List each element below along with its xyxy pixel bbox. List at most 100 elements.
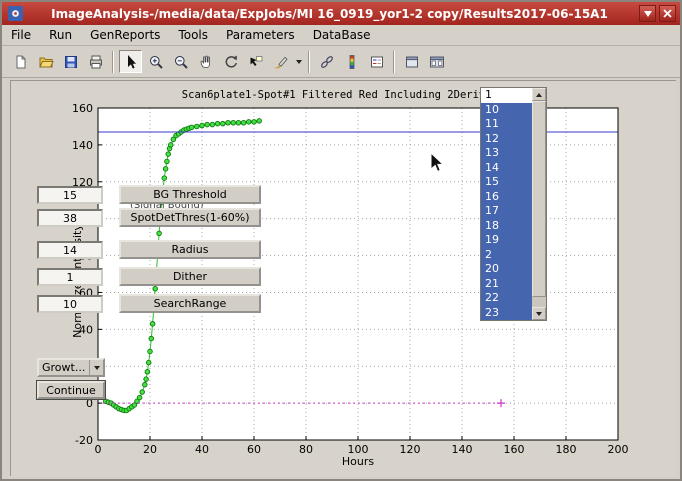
toolbar-separator xyxy=(112,51,114,73)
plot-canvas[interactable]: 020406080100120140160180200-200204060801… xyxy=(11,81,677,477)
new-document-button[interactable] xyxy=(9,50,32,73)
save-button[interactable] xyxy=(59,50,82,73)
growth-curve-marker xyxy=(148,349,153,354)
titlebar: ImageAnalysis-/media/data/ExpJobs/MI 16_… xyxy=(2,2,680,25)
plot-title: Scan6plate1-Spot#1 Filtered Red Includin… xyxy=(182,89,504,101)
growth-curve-marker xyxy=(153,286,158,291)
menu-run[interactable]: Run xyxy=(40,26,81,44)
spot-det-thres-input[interactable] xyxy=(37,209,103,227)
menu-database[interactable]: DataBase xyxy=(304,26,380,44)
hide-plot-tools-button[interactable] xyxy=(400,50,423,73)
data-cursor-button[interactable] xyxy=(244,50,267,73)
app-window: ImageAnalysis-/media/data/ExpJobs/MI 16_… xyxy=(0,0,682,481)
x-axis-label: Hours xyxy=(342,455,374,468)
dropdown-arrow-box[interactable] xyxy=(89,360,103,375)
growth-curve-marker xyxy=(210,122,215,127)
continue-button[interactable]: Continue xyxy=(37,381,105,399)
spot-number-listbox[interactable]: 110111213141516171819220212223 xyxy=(480,87,547,321)
growth-dropdown[interactable]: Growt... xyxy=(37,358,105,377)
pan-button[interactable] xyxy=(194,50,217,73)
listbox-item[interactable]: 23 xyxy=(481,306,532,321)
menu-file[interactable]: File xyxy=(2,26,40,44)
listbox-item[interactable]: 12 xyxy=(481,132,532,147)
scroll-down-button[interactable] xyxy=(532,307,546,320)
insert-colorbar-button[interactable] xyxy=(340,50,363,73)
growth-dropdown-value: Growt... xyxy=(39,361,89,374)
scrollbar-thumb[interactable] xyxy=(532,101,546,297)
x-tick-label: 20 xyxy=(143,443,157,456)
listbox-item[interactable]: 1 xyxy=(481,88,532,103)
growth-curve-marker xyxy=(189,125,194,130)
growth-curve-marker xyxy=(149,336,154,341)
window-icon xyxy=(8,6,23,21)
insert-colorbar-icon xyxy=(344,54,360,70)
growth-curve-marker xyxy=(231,120,236,125)
menu-tools[interactable]: Tools xyxy=(169,26,217,44)
open-folder-button[interactable] xyxy=(34,50,57,73)
growth-curve-marker xyxy=(205,122,210,127)
growth-curve-marker xyxy=(163,167,168,172)
growth-curve-marker xyxy=(221,121,226,126)
listbox-item[interactable]: 20 xyxy=(481,262,532,277)
zoom-in-icon xyxy=(148,54,164,70)
print-icon xyxy=(88,54,104,70)
radius-button[interactable]: Radius xyxy=(119,240,261,259)
listbox-item[interactable]: 16 xyxy=(481,190,532,205)
listbox-item[interactable]: 18 xyxy=(481,219,532,234)
triangle-up-icon xyxy=(536,93,542,97)
growth-curve-marker xyxy=(241,120,246,125)
listbox-item[interactable]: 21 xyxy=(481,277,532,292)
link-plot-button[interactable] xyxy=(315,50,338,73)
menubar: File Run GenReports Tools Parameters Dat… xyxy=(2,25,680,46)
insert-legend-button[interactable] xyxy=(365,50,388,73)
y-tick-label: 140 xyxy=(72,139,93,152)
listbox-item[interactable]: 22 xyxy=(481,291,532,306)
dither-input[interactable] xyxy=(37,268,103,286)
close-icon xyxy=(663,9,672,18)
listbox-item[interactable]: 11 xyxy=(481,117,532,132)
minimize-icon xyxy=(644,11,652,17)
x-tick-label: 160 xyxy=(504,443,525,456)
listbox-scrollbar[interactable] xyxy=(532,88,546,320)
x-tick-label: 140 xyxy=(452,443,473,456)
new-document-icon xyxy=(13,54,29,70)
listbox-items: 110111213141516171819220212223 xyxy=(481,88,532,320)
listbox-item[interactable]: 17 xyxy=(481,204,532,219)
minimize-button[interactable] xyxy=(639,5,656,22)
zoom-out-icon xyxy=(173,54,189,70)
zoom-in-button[interactable] xyxy=(144,50,167,73)
bg-threshold-button[interactable]: BG Threshold xyxy=(119,185,261,204)
zoom-out-button[interactable] xyxy=(169,50,192,73)
bg-threshold-input[interactable] xyxy=(37,186,103,204)
listbox-item[interactable]: 14 xyxy=(481,161,532,176)
close-button[interactable] xyxy=(659,5,676,22)
brush-dropdown-button[interactable] xyxy=(293,50,304,73)
growth-curve-marker xyxy=(215,121,220,126)
listbox-item[interactable]: 2 xyxy=(481,248,532,263)
growth-curve-marker xyxy=(226,120,231,125)
menu-parameters[interactable]: Parameters xyxy=(217,26,304,44)
growth-curve-marker xyxy=(157,231,162,236)
show-plot-tools-button[interactable] xyxy=(425,50,448,73)
listbox-item[interactable]: 15 xyxy=(481,175,532,190)
radius-input[interactable] xyxy=(37,241,103,259)
scroll-up-button[interactable] xyxy=(532,88,546,101)
menu-genreports[interactable]: GenReports xyxy=(81,26,169,44)
edit-plot-button[interactable] xyxy=(119,50,142,73)
spot-det-thres-button[interactable]: SpotDetThres(1-60%) xyxy=(119,208,261,227)
growth-curve-marker xyxy=(169,143,174,148)
listbox-item[interactable]: 13 xyxy=(481,146,532,161)
rotate-3d-button[interactable] xyxy=(219,50,242,73)
hide-plot-tools-icon xyxy=(404,54,420,70)
growth-curve-marker xyxy=(144,377,149,382)
brush-button[interactable] xyxy=(269,50,292,73)
edit-plot-arrow-icon xyxy=(123,54,139,70)
search-range-input[interactable] xyxy=(37,295,103,313)
listbox-item[interactable]: 19 xyxy=(481,233,532,248)
growth-curve-marker xyxy=(162,176,167,181)
print-button[interactable] xyxy=(84,50,107,73)
listbox-item[interactable]: 10 xyxy=(481,103,532,118)
dither-button[interactable]: Dither xyxy=(119,267,261,286)
x-tick-label: 60 xyxy=(247,443,261,456)
search-range-button[interactable]: SearchRange xyxy=(119,294,261,313)
